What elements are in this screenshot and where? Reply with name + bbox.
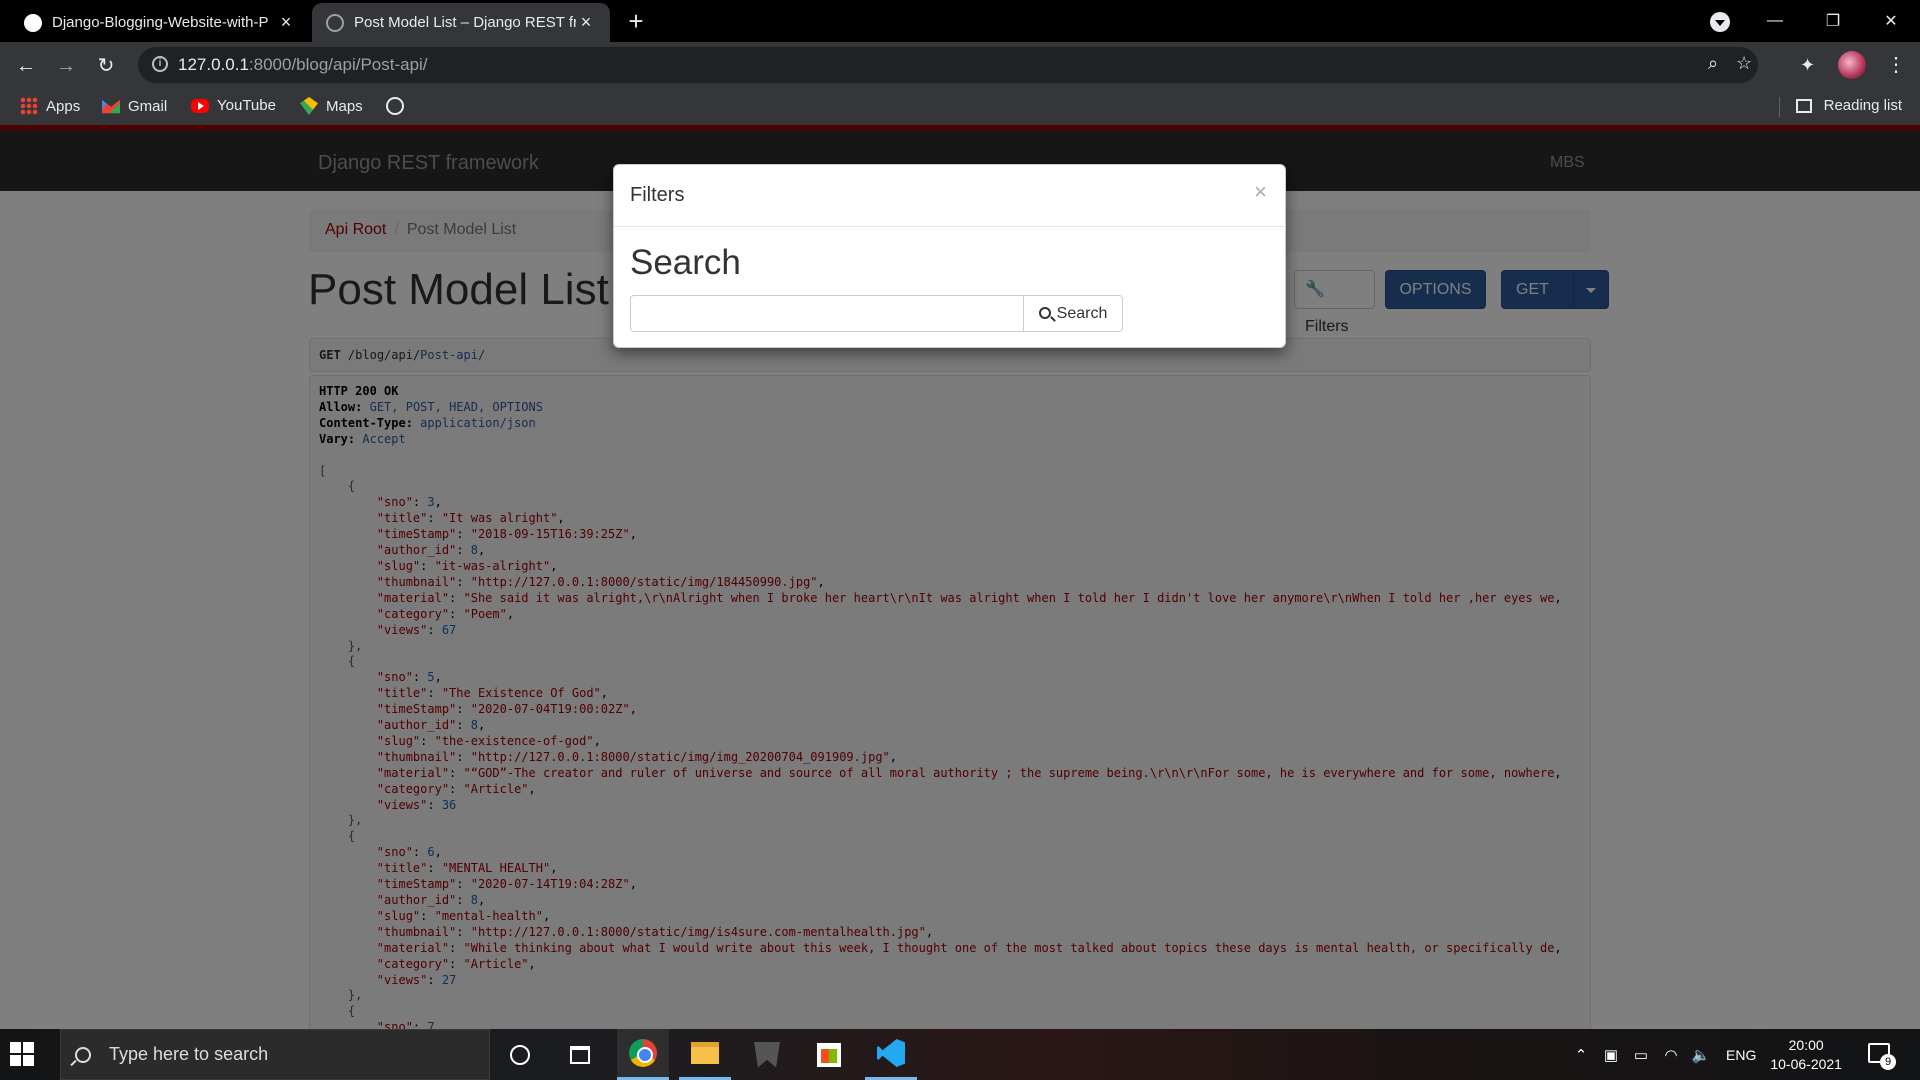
taskbar-store[interactable] — [803, 1029, 855, 1080]
site-info-icon[interactable]: i — [152, 56, 168, 72]
search-button-label: Search — [1056, 304, 1108, 322]
tab-title: Post Model List – Django REST fr — [354, 14, 576, 31]
clock-date: 10-06-2021 — [1770, 1055, 1842, 1072]
bookmark-label: Gmail — [128, 97, 168, 115]
reading-list-label: Reading list — [1823, 97, 1902, 114]
windows-taskbar: Type here to search ⌃ ▣ ▭ ◠ 🔈 ENG 20:00 1… — [0, 1029, 1920, 1080]
reading-list-button[interactable]: Reading list — [1795, 97, 1902, 114]
windows-start-icon[interactable] — [10, 1042, 34, 1066]
bookmarks-bar: Apps Gmail YouTube Maps Reading list — [0, 89, 1920, 125]
taskbar-chrome[interactable] — [617, 1029, 669, 1080]
taskbar-game-app[interactable] — [741, 1029, 793, 1080]
address-bar[interactable]: i 127.0.0.1:8000/blog/api/Post-api/ ⌕ ☆ — [138, 47, 1758, 83]
taskbar-search-placeholder: Type here to search — [109, 1044, 269, 1064]
language-indicator[interactable]: ENG — [1726, 1047, 1756, 1063]
globe-icon — [326, 13, 344, 32]
task-view-icon — [570, 1045, 590, 1064]
search-icon — [75, 1046, 91, 1063]
cortana-icon — [510, 1044, 530, 1065]
page-viewport: Django REST framework MBS Api Root/Post … — [0, 125, 1920, 1029]
tab-github[interactable]: Django-Blogging-Website-with-P × — [10, 3, 310, 42]
url-host: 127.0.0.1 — [178, 55, 249, 74]
bookmarks-divider — [1779, 97, 1780, 117]
zoom-icon[interactable]: ⌕ — [1708, 53, 1718, 74]
tab-title: Django-Blogging-Website-with-P — [52, 14, 269, 31]
wifi-icon[interactable]: ◠ — [1660, 1046, 1682, 1064]
gmail-icon — [102, 99, 120, 114]
url-path: :8000/blog/api/Post-api/ — [248, 55, 428, 74]
game-app-icon — [754, 1041, 780, 1068]
vscode-icon — [877, 1039, 905, 1067]
cortana-button[interactable] — [494, 1029, 546, 1080]
modal-title: Filters — [630, 184, 685, 206]
close-icon[interactable]: × — [1254, 179, 1267, 205]
tab-strip: Django-Blogging-Website-with-P × Post Mo… — [0, 0, 1920, 42]
bookmark-globe[interactable] — [386, 97, 404, 115]
clock-time: 20:00 — [1788, 1036, 1824, 1053]
modal-header: Filters — [614, 165, 1285, 227]
bookmark-star-icon[interactable]: ☆ — [1736, 53, 1752, 74]
github-icon — [24, 13, 42, 32]
filters-modal: Filters × Search Search — [613, 164, 1286, 348]
new-tab-button[interactable]: + — [622, 8, 650, 36]
store-icon — [817, 1042, 841, 1067]
system-tray: ⌃ ▣ ▭ ◠ 🔈 ENG 20:00 10-06-2021 — [1570, 1029, 1862, 1080]
bookmark-youtube[interactable]: YouTube — [191, 97, 276, 114]
close-tab-icon[interactable]: × — [276, 12, 296, 33]
forward-arrow-icon[interactable]: → — [52, 52, 80, 80]
taskbar-vscode[interactable] — [865, 1029, 917, 1080]
notification-count: 9 — [1880, 1054, 1896, 1070]
bookmark-apps[interactable]: Apps — [20, 97, 80, 115]
youtube-icon — [191, 98, 209, 113]
search-input[interactable] — [630, 295, 1024, 332]
battery-icon[interactable]: ▭ — [1630, 1046, 1652, 1064]
tab-post-model-list[interactable]: Post Model List – Django REST fr × — [312, 3, 610, 42]
restore-icon[interactable]: ❐ — [1804, 11, 1862, 31]
apps-grid-icon — [20, 97, 38, 115]
bookmark-gmail[interactable]: Gmail — [102, 97, 167, 115]
globe-icon — [386, 97, 404, 115]
taskbar-search[interactable]: Type here to search — [60, 1029, 490, 1080]
bookmark-label: YouTube — [217, 97, 276, 114]
chevron-up-icon[interactable]: ⌃ — [1570, 1046, 1592, 1064]
profile-avatar[interactable] — [1838, 51, 1866, 79]
clock[interactable]: 20:00 10-06-2021 — [1770, 1036, 1842, 1074]
reading-list-icon — [1795, 98, 1812, 113]
url-text[interactable]: 127.0.0.1:8000/blog/api/Post-api/ — [178, 55, 428, 75]
bookmark-label: Apps — [46, 97, 81, 115]
tab-search-icon[interactable] — [1710, 12, 1730, 32]
reload-icon[interactable]: ↻ — [92, 52, 120, 80]
task-view-button[interactable] — [554, 1029, 606, 1080]
bookmark-maps[interactable]: Maps — [300, 97, 363, 115]
taskbar-file-explorer[interactable] — [679, 1029, 731, 1080]
search-heading: Search — [630, 243, 741, 282]
extensions-icon[interactable]: ✦ — [1800, 55, 1815, 76]
window-controls: — ❐ ✕ — [1746, 0, 1920, 42]
search-icon — [1038, 306, 1051, 319]
bookmark-label: Maps — [326, 97, 363, 115]
close-window-icon[interactable]: ✕ — [1862, 11, 1920, 31]
search-button[interactable]: Search — [1023, 295, 1123, 332]
minimize-icon[interactable]: — — [1746, 12, 1804, 30]
menu-dots-icon[interactable]: ⋮ — [1886, 52, 1906, 77]
back-arrow-icon[interactable]: ← — [12, 52, 40, 80]
chrome-icon — [629, 1039, 657, 1067]
browser-toolbar: ← → ↻ i 127.0.0.1:8000/blog/api/Post-api… — [0, 42, 1920, 89]
close-tab-icon[interactable]: × — [576, 12, 596, 33]
maps-icon — [300, 97, 318, 115]
meet-now-icon[interactable]: ▣ — [1600, 1046, 1622, 1064]
volume-icon[interactable]: 🔈 — [1690, 1046, 1712, 1064]
file-explorer-icon — [691, 1042, 719, 1064]
